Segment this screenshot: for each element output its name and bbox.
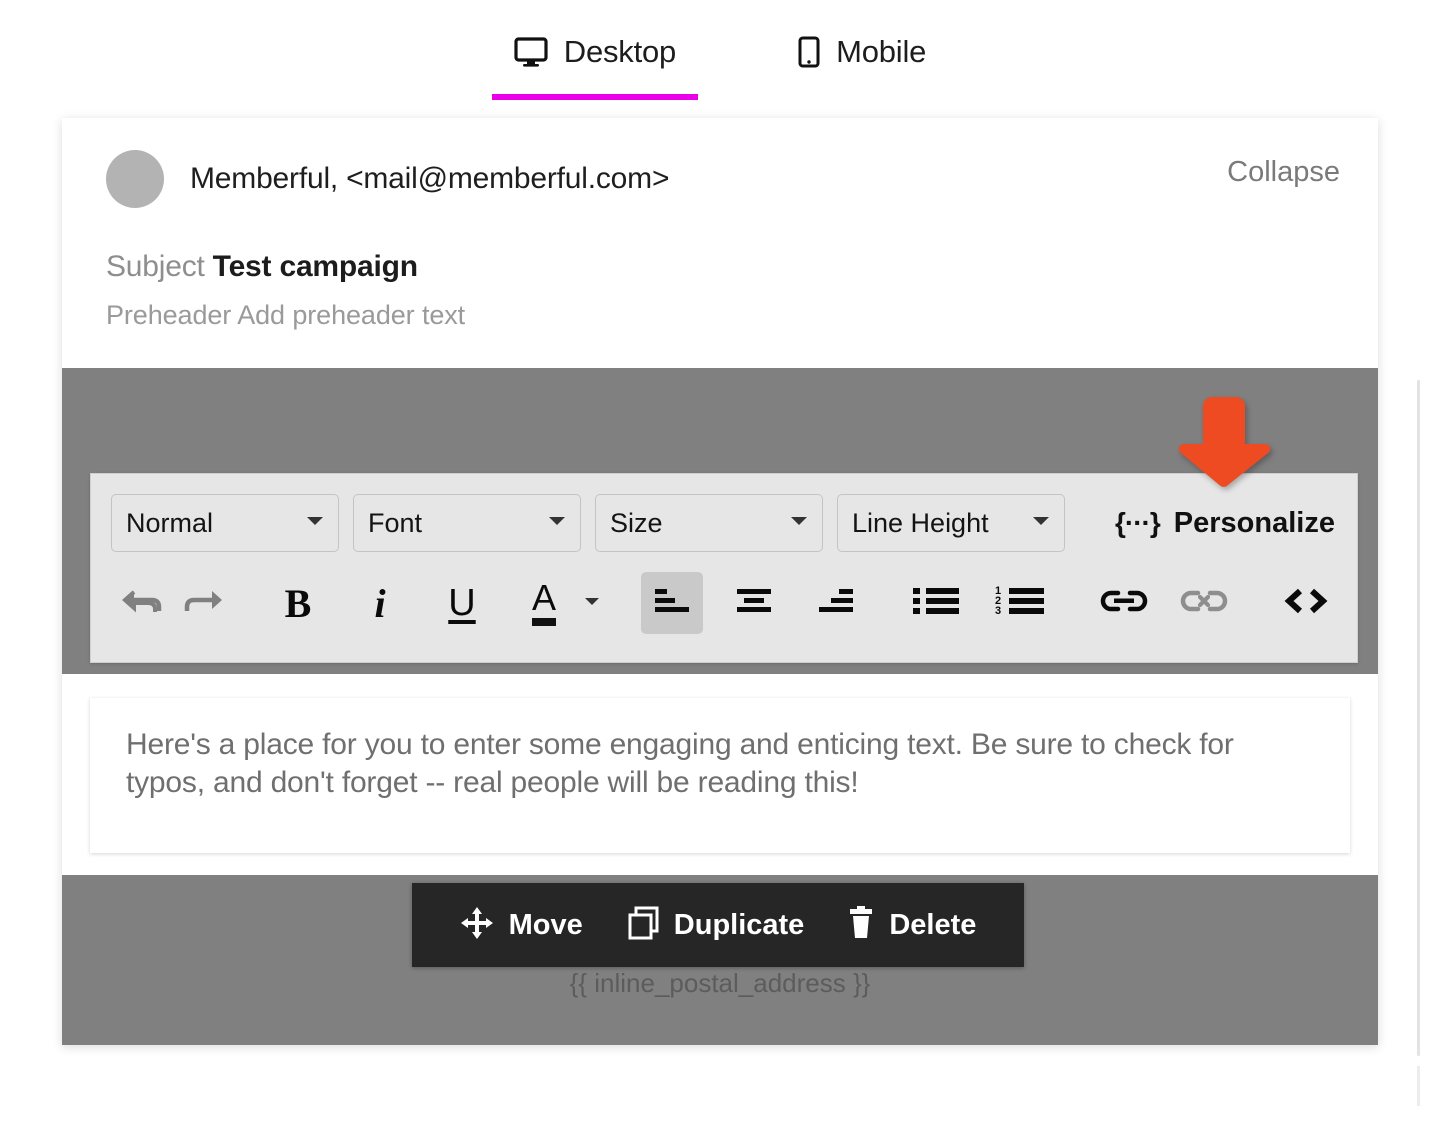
copy-icon (627, 906, 659, 945)
numbered-list-icon: 1 2 3 (995, 585, 1045, 622)
subject-value: Test campaign (212, 250, 418, 283)
tab-desktop[interactable]: Desktop (491, 34, 699, 100)
delete-button[interactable]: Delete (848, 905, 977, 945)
line-height-select[interactable]: Line Height (837, 494, 1065, 552)
redo-button[interactable] (173, 572, 235, 634)
chevron-down-icon (772, 514, 808, 532)
bulleted-list-button[interactable] (899, 572, 973, 634)
device-preview-tabs: Desktop Mobile (0, 0, 1440, 118)
underline-icon: U (448, 581, 476, 624)
page-scrollbar[interactable] (1417, 380, 1420, 1056)
move-label: Move (508, 908, 583, 941)
font-size-value: Size (610, 507, 663, 538)
bold-button[interactable]: B (267, 572, 329, 634)
link-button[interactable] (1089, 572, 1159, 634)
svg-text:3: 3 (995, 605, 1001, 617)
sender-email: <mail@memberful.com> (346, 162, 670, 195)
block-action-toolbar: Move Duplicate Delete (412, 883, 1024, 967)
subject-label: Subject (106, 250, 205, 283)
bulleted-list-icon (912, 585, 960, 622)
italic-button[interactable]: i (349, 572, 411, 634)
text-color-dropdown[interactable] (575, 572, 609, 634)
sender-name: Memberful (190, 162, 330, 195)
preheader-placeholder: Add preheader text (237, 300, 466, 330)
rich-text-toolbar: Normal Font Size Line Height {···} Perso… (90, 473, 1358, 663)
toolbar-row-dropdowns: Normal Font Size Line Height {···} Perso… (111, 492, 1337, 554)
undo-arrow-icon (121, 586, 162, 621)
chevron-down-icon (1014, 514, 1050, 532)
tab-mobile[interactable]: Mobile (776, 34, 948, 100)
personalize-label: Personalize (1173, 506, 1335, 539)
underline-button[interactable]: U (431, 572, 493, 634)
chevron-down-icon (530, 514, 566, 532)
tab-desktop-label: Desktop (563, 34, 677, 69)
page-scrollbar-tail[interactable] (1417, 1066, 1420, 1106)
tab-mobile-label: Mobile (836, 34, 927, 69)
preheader-label: Preheader (106, 300, 232, 330)
chevron-down-icon (288, 514, 324, 532)
postal-address-token: {{ inline_postal_address }} (569, 968, 871, 998)
text-color-button[interactable]: A (513, 572, 575, 634)
collapse-button[interactable]: Collapse (1227, 156, 1340, 189)
block-style-select[interactable]: Normal (111, 494, 339, 552)
move-arrows-icon (460, 906, 494, 945)
monitor-icon (514, 37, 548, 67)
text-block-content[interactable]: Here's a place for you to enter some eng… (90, 698, 1350, 853)
chevron-down-icon (584, 594, 600, 612)
align-center-button[interactable] (723, 572, 785, 634)
unlink-button[interactable] (1169, 572, 1239, 634)
font-size-select[interactable]: Size (595, 494, 823, 552)
curly-braces-icon: {···} (1115, 507, 1161, 538)
block-style-value: Normal (126, 507, 214, 538)
align-left-button[interactable] (641, 572, 703, 634)
undo-button[interactable] (111, 572, 173, 634)
redo-arrow-icon (184, 586, 224, 621)
unlink-icon (1180, 588, 1228, 619)
personalize-button[interactable]: {···} Personalize (1115, 507, 1335, 540)
align-left-icon (653, 586, 691, 621)
sender-row: Memberful, <mail@memberful.com> (106, 146, 1338, 212)
preheader-row[interactable]: Preheader Add preheader text (106, 300, 1338, 331)
toolbar-row-format-buttons: B i U A 1 2 3 (111, 560, 1337, 646)
align-right-button[interactable] (805, 572, 867, 634)
numbered-list-button[interactable]: 1 2 3 (983, 572, 1057, 634)
italic-icon: i (374, 580, 386, 626)
bold-icon: B (284, 580, 312, 626)
duplicate-label: Duplicate (673, 908, 805, 941)
trash-icon (848, 905, 874, 945)
avatar (106, 150, 164, 208)
delete-label: Delete (889, 908, 977, 941)
font-family-value: Font (368, 507, 423, 538)
subject-row[interactable]: Subject Test campaign (106, 250, 1338, 284)
source-code-button[interactable] (1271, 572, 1341, 634)
email-preview-page: Desktop Mobile Memberful, <mail@memberfu… (0, 0, 1440, 1133)
phone-icon (798, 36, 820, 68)
sender-separator: , (329, 162, 339, 195)
code-icon (1283, 587, 1329, 620)
link-icon (1100, 588, 1148, 619)
text-color-icon: A (531, 580, 556, 626)
sender-text: Memberful, <mail@memberful.com> (190, 162, 669, 196)
email-header: Memberful, <mail@memberful.com> Collapse… (62, 118, 1378, 368)
font-family-select[interactable]: Font (353, 494, 581, 552)
align-center-icon (735, 586, 773, 621)
move-button[interactable]: Move (460, 906, 583, 945)
align-right-icon (817, 586, 855, 621)
email-preview-card: Memberful, <mail@memberful.com> Collapse… (62, 118, 1378, 1045)
body-text: Here's a place for you to enter some eng… (126, 728, 1234, 800)
line-height-value: Line Height (852, 507, 989, 538)
duplicate-button[interactable]: Duplicate (627, 906, 805, 945)
